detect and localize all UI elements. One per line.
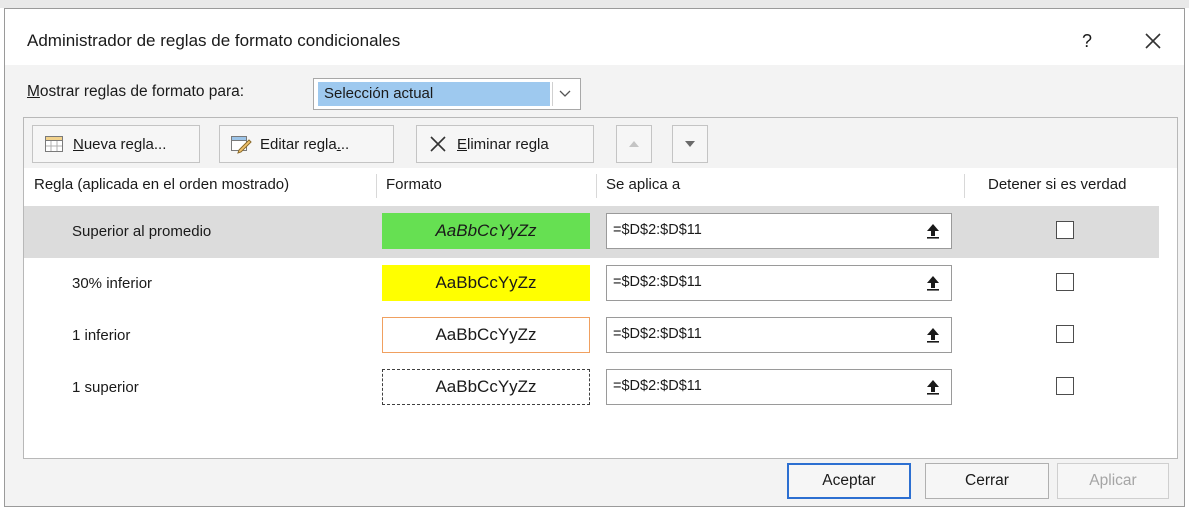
conditional-format-rules-dialog: Administrador de reglas de formato condi… (4, 8, 1185, 507)
close-button[interactable]: Cerrar (925, 463, 1049, 499)
applies-to-value: =$D$2:$D$11 (613, 274, 702, 290)
show-rules-text: ostrar reglas de formato para: (39, 83, 245, 100)
new-rule-icon (43, 133, 65, 155)
collapse-range-icon[interactable] (921, 219, 945, 243)
stop-if-true-checkbox[interactable] (1056, 325, 1074, 343)
format-preview: AaBbCcYyZz (382, 265, 590, 301)
chevron-down-icon[interactable] (552, 82, 577, 106)
rules-panel: Nueva regla... Editar regla... Eliminar … (23, 117, 1178, 459)
applies-to-value: =$D$2:$D$11 (613, 326, 702, 342)
column-divider (376, 174, 377, 198)
column-header-stop-if-true: Detener si es verdad (988, 176, 1127, 193)
scope-dropdown-value: Selección actual (318, 82, 550, 106)
applies-to-field[interactable]: =$D$2:$D$11 (606, 265, 952, 301)
delete-rule-label: Eliminar regla (457, 136, 549, 153)
delete-rule-button[interactable]: Eliminar regla (416, 125, 594, 163)
applies-to-field[interactable]: =$D$2:$D$11 (606, 369, 952, 405)
title-bar: Administrador de reglas de formato condi… (5, 9, 1184, 65)
edit-rule-label: Editar regla... (260, 136, 349, 153)
move-up-button[interactable] (616, 125, 652, 163)
dialog-title: Administrador de reglas de formato condi… (27, 31, 401, 50)
new-rule-mnemonic: N (73, 135, 84, 153)
background-window-strip (0, 0, 1189, 8)
delete-rule-text: liminar regla (467, 135, 549, 153)
edit-rule-button[interactable]: Editar regla... (219, 125, 394, 163)
arrow-up-icon (629, 141, 639, 147)
collapse-range-icon[interactable] (921, 271, 945, 295)
collapse-range-icon[interactable] (921, 323, 945, 347)
edit-rule-suffix: .. (340, 135, 350, 153)
new-rule-text: ueva regla... (83, 135, 167, 153)
table-row[interactable]: 1 superior AaBbCcYyZz =$D$2:$D$11 (24, 362, 1159, 414)
applies-to-field[interactable]: =$D$2:$D$11 (606, 213, 952, 249)
ok-button[interactable]: Aceptar (787, 463, 911, 499)
delete-x-icon (427, 133, 449, 155)
help-button[interactable]: ? (1067, 23, 1107, 59)
applies-to-value: =$D$2:$D$11 (613, 222, 702, 238)
stop-if-true-checkbox[interactable] (1056, 377, 1074, 395)
table-row[interactable]: 30% inferior AaBbCcYyZz =$D$2:$D$11 (24, 258, 1159, 310)
rule-name: Superior al promedio (72, 223, 212, 240)
new-rule-button[interactable]: Nueva regla... (32, 125, 200, 163)
table-row[interactable]: Superior al promedio AaBbCcYyZz =$D$2:$D… (24, 206, 1159, 258)
rules-toolbar: Nueva regla... Editar regla... Eliminar … (24, 118, 1177, 168)
rule-name: 1 superior (72, 379, 139, 396)
stop-if-true-checkbox[interactable] (1056, 273, 1074, 291)
column-header-applies-to: Se aplica a (606, 176, 681, 193)
applies-to-value: =$D$2:$D$11 (613, 378, 702, 394)
delete-rule-mnemonic: E (457, 135, 468, 153)
table-row[interactable]: 1 inferior AaBbCcYyZz =$D$2:$D$11 (24, 310, 1159, 362)
table-header: Regla (aplicada en el orden mostrado) Fo… (24, 168, 1177, 204)
show-rules-mnemonic: M (27, 83, 40, 100)
column-header-format: Formato (386, 176, 442, 193)
new-rule-label: Nueva regla... (73, 136, 166, 153)
edit-rule-text: Editar regla (260, 135, 337, 153)
show-rules-for-label: Mostrar reglas de formato para: (27, 83, 244, 101)
collapse-range-icon[interactable] (921, 375, 945, 399)
column-divider (596, 174, 597, 198)
edit-rule-icon (230, 133, 252, 155)
applies-to-field[interactable]: =$D$2:$D$11 (606, 317, 952, 353)
move-down-button[interactable] (672, 125, 708, 163)
close-icon[interactable] (1133, 23, 1173, 59)
rule-name: 30% inferior (72, 275, 153, 292)
column-header-rule: Regla (aplicada en el orden mostrado) (34, 176, 290, 193)
column-divider (964, 174, 965, 198)
format-preview: AaBbCcYyZz (382, 369, 590, 405)
apply-button[interactable]: Aplicar (1057, 463, 1169, 499)
stop-if-true-checkbox[interactable] (1056, 221, 1074, 239)
scope-dropdown[interactable]: Selección actual (313, 78, 581, 110)
format-preview: AaBbCcYyZz (382, 317, 590, 353)
arrow-down-icon (685, 141, 695, 147)
rule-name: 1 inferior (72, 327, 131, 344)
format-preview: AaBbCcYyZz (382, 213, 590, 249)
